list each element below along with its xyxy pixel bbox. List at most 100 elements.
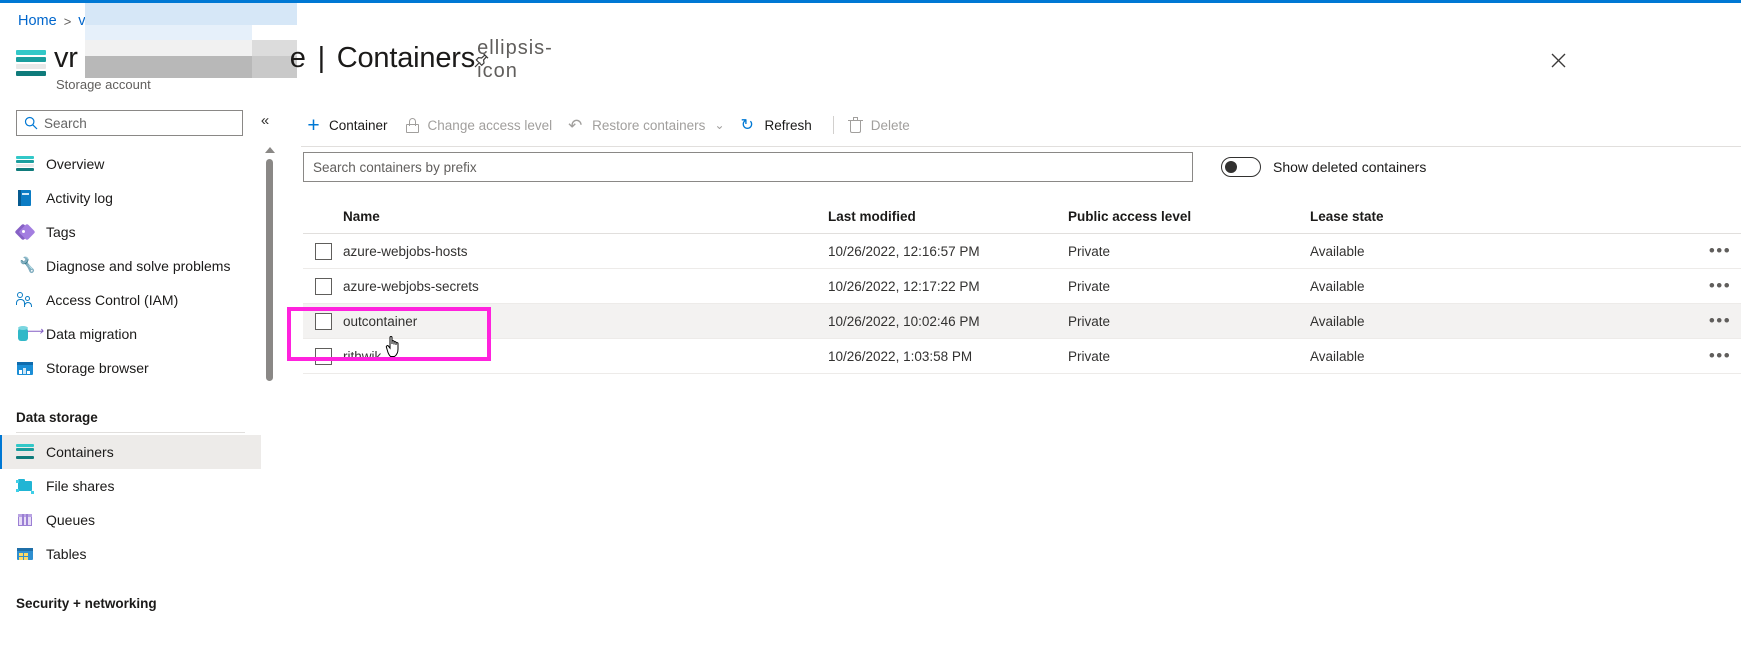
wrench-icon: 🔧 (17, 257, 36, 274)
cell-public-access: Private (1068, 348, 1111, 364)
queues-icon (16, 511, 34, 529)
sidebar-item-label: Overview (46, 156, 105, 172)
row-checkbox-cell[interactable] (303, 277, 343, 295)
sidebar-item-access-control[interactable]: Access Control (IAM) (0, 283, 261, 317)
sidebar-group-data-storage: Data storage (16, 410, 98, 425)
column-header-lease-state[interactable]: Lease state (1310, 209, 1697, 224)
chevron-down-icon: ⌄ (714, 118, 725, 132)
cell-name[interactable]: azure-webjobs-hosts (343, 244, 828, 259)
row-context-menu-icon[interactable]: ••• (1697, 311, 1741, 331)
redaction-block (85, 3, 297, 25)
page-title-section: Containers (336, 42, 476, 74)
row-context-menu-icon[interactable]: ••• (1697, 241, 1741, 261)
toolbar-divider-rule (301, 146, 1741, 147)
breadcrumb-resource[interactable]: v (78, 13, 85, 29)
table-row[interactable]: azure-webjobs-hosts 10/26/2022, 12:16:57… (303, 234, 1741, 269)
sidebar-item-file-shares[interactable]: File shares (0, 469, 261, 503)
add-container-button[interactable]: + Container (301, 109, 400, 141)
row-checkbox-cell[interactable] (303, 312, 343, 330)
page-subtitle: Storage account (56, 77, 151, 92)
restore-containers-label: Restore containers (592, 117, 706, 133)
sidebar-item-storage-browser[interactable]: Storage browser (0, 351, 261, 385)
page-title-resource-prefix: vr (54, 42, 78, 74)
cell-last-modified: 10/26/2022, 1:03:58 PM (828, 348, 973, 364)
sidebar-item-data-migration[interactable]: ⟶ Data migration (0, 317, 261, 351)
activity-log-icon (16, 189, 34, 207)
main-content: + Container Change access level ↶ Restor… (285, 105, 1741, 659)
change-access-level-label: Change access level (427, 117, 553, 133)
row-checkbox-cell[interactable] (303, 242, 343, 260)
storage-account-icon (16, 50, 46, 78)
sidebar: Overview Activity log Tags 🔧 Diagnose an… (0, 105, 261, 659)
delete-label: Delete (870, 117, 910, 133)
file-shares-icon (16, 477, 34, 495)
breadcrumb-home[interactable]: Home (18, 13, 57, 29)
cell-name[interactable]: rithwik (343, 349, 828, 364)
storage-browser-icon (16, 359, 34, 377)
change-access-level-button[interactable]: Change access level (400, 109, 565, 141)
sidebar-item-queues[interactable]: Queues (0, 503, 261, 537)
row-checkbox[interactable] (314, 347, 332, 365)
show-deleted-toggle[interactable] (1221, 157, 1261, 177)
row-checkbox-cell[interactable] (303, 347, 343, 365)
cell-public-access: Private (1068, 278, 1111, 294)
sidebar-group-security-networking: Security + networking (16, 596, 157, 611)
cell-lease-state: Available (1310, 313, 1365, 329)
containers-table: Name Last modified Public access level L… (303, 200, 1741, 374)
search-icon (24, 116, 38, 130)
row-context-menu-icon[interactable]: ••• (1697, 346, 1741, 366)
cell-lease-state: Available (1310, 278, 1365, 294)
page-title: vr e | Containers (54, 42, 475, 75)
table-row[interactable]: outcontainer 10/26/2022, 10:02:46 PM Pri… (303, 304, 1741, 339)
row-context-menu-icon[interactable]: ••• (1697, 276, 1741, 296)
sidebar-item-diagnose[interactable]: 🔧 Diagnose and solve problems (0, 249, 261, 283)
users-icon (16, 291, 34, 309)
column-header-last-modified[interactable]: Last modified (828, 209, 1068, 224)
prefix-search-box[interactable] (303, 152, 1193, 182)
row-checkbox[interactable] (314, 312, 332, 330)
toolbar-divider (832, 116, 834, 134)
cell-last-modified: 10/26/2022, 10:02:46 PM (828, 313, 980, 329)
column-header-name[interactable]: Name (343, 209, 828, 224)
tables-icon (16, 545, 34, 563)
breadcrumb-separator: > (63, 13, 72, 29)
page-title-resource-suffix: e (289, 42, 306, 74)
table-row[interactable]: azure-webjobs-secrets 10/26/2022, 12:17:… (303, 269, 1741, 304)
sidebar-item-tables[interactable]: Tables (0, 537, 261, 571)
sidebar-item-label: Data migration (46, 326, 138, 342)
refresh-button[interactable]: ↻ Refresh (737, 109, 824, 141)
sidebar-search-input[interactable] (44, 115, 224, 131)
sidebar-item-overview[interactable]: Overview (0, 147, 261, 181)
cell-public-access: Private (1068, 313, 1111, 329)
sidebar-item-activity-log[interactable]: Activity log (0, 181, 261, 215)
sidebar-item-label: Tables (46, 546, 87, 562)
row-checkbox[interactable] (314, 242, 332, 260)
prefix-search-input[interactable] (313, 159, 1183, 175)
scroll-up-arrow-icon[interactable] (265, 147, 275, 153)
sidebar-item-label: Storage browser (46, 360, 149, 376)
page-title-pipe: | (317, 42, 326, 74)
close-icon[interactable] (1545, 47, 1571, 73)
sidebar-item-label: Diagnose and solve problems (46, 258, 231, 274)
cell-name[interactable]: outcontainer (343, 314, 828, 329)
more-options-icon[interactable]: ellipsis-icon (477, 37, 552, 82)
table-row[interactable]: rithwik 10/26/2022, 1:03:58 PM Private A… (303, 339, 1741, 374)
delete-button[interactable]: Delete (843, 109, 922, 141)
sidebar-search[interactable] (16, 110, 243, 136)
plus-icon: + (307, 113, 320, 137)
sidebar-item-tags[interactable]: Tags (0, 215, 261, 249)
sidebar-nav-list: Overview Activity log Tags 🔧 Diagnose an… (0, 147, 261, 615)
containers-icon (16, 443, 34, 461)
cell-last-modified: 10/26/2022, 12:17:22 PM (828, 278, 980, 294)
restore-containers-button[interactable]: ↶ Restore containers ⌄ (564, 109, 736, 141)
sidebar-item-label: File shares (46, 478, 115, 494)
refresh-label: Refresh (764, 117, 812, 133)
sidebar-collapse-icon[interactable]: « (255, 110, 275, 130)
scrollbar-thumb[interactable] (266, 159, 273, 381)
sidebar-scrollbar[interactable] (265, 147, 275, 387)
add-container-label: Container (329, 117, 388, 133)
sidebar-item-containers[interactable]: Containers (0, 435, 261, 469)
row-checkbox[interactable] (314, 277, 332, 295)
column-header-public-access-level[interactable]: Public access level (1068, 209, 1310, 224)
cell-name[interactable]: azure-webjobs-secrets (343, 279, 828, 294)
